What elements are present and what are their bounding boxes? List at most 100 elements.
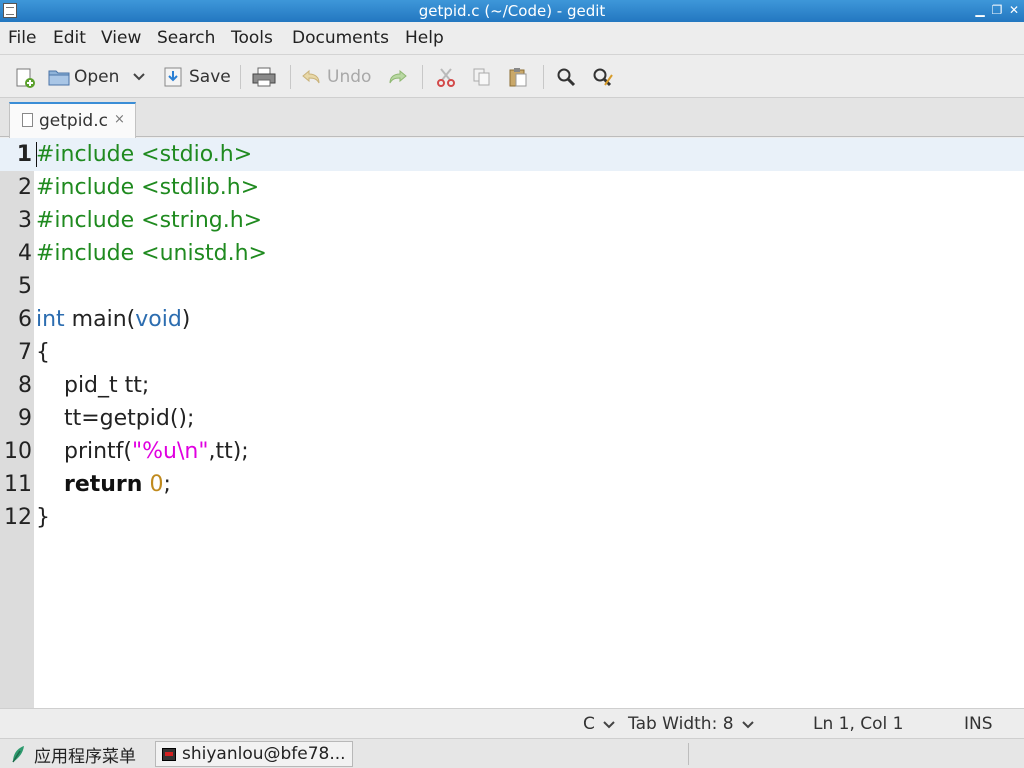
document-icon bbox=[22, 113, 33, 127]
code-text: return 0; bbox=[63, 472, 171, 497]
code-line[interactable]: 7 { bbox=[0, 336, 1024, 369]
code-text: } bbox=[36, 505, 50, 530]
undo-icon bbox=[301, 67, 321, 87]
undo-button[interactable]: Undo bbox=[301, 64, 371, 90]
cut-button[interactable] bbox=[436, 64, 456, 90]
code-text: tt=getpid(); bbox=[36, 406, 195, 431]
code-line[interactable]: 12 } bbox=[0, 501, 1024, 534]
code-line[interactable]: 6 int main(void) bbox=[0, 303, 1024, 336]
code-line[interactable]: 5 bbox=[0, 270, 1024, 303]
applications-menu-button[interactable]: 应用程序菜单 bbox=[10, 743, 136, 767]
close-tab-icon[interactable]: × bbox=[114, 112, 125, 127]
cursor-position: Ln 1, Col 1 bbox=[813, 714, 904, 734]
find-replace-icon bbox=[592, 67, 613, 87]
code-text: #include <stdlib.h> bbox=[36, 175, 260, 200]
print-button[interactable] bbox=[252, 64, 276, 90]
minimize-icon[interactable]: ▁ bbox=[973, 3, 987, 17]
code-text: #include <unistd.h> bbox=[36, 241, 267, 266]
code-text: pid_t tt; bbox=[36, 373, 150, 398]
scissors-icon bbox=[436, 67, 456, 87]
toolbar: Open Save Undo bbox=[0, 54, 1024, 98]
menu-file[interactable]: File bbox=[8, 28, 36, 48]
taskbar-divider bbox=[688, 743, 689, 765]
redo-icon bbox=[388, 67, 408, 87]
menu-tools[interactable]: Tools bbox=[231, 28, 273, 48]
line-number: 11 bbox=[4, 472, 32, 497]
chevron-down-icon[interactable] bbox=[133, 70, 146, 85]
tab-label: getpid.c bbox=[39, 111, 108, 131]
line-number: 5 bbox=[18, 274, 32, 299]
status-bar: C Tab Width: 8 Ln 1, Col 1 INS bbox=[0, 708, 1024, 738]
line-number: 4 bbox=[18, 241, 32, 266]
find-button[interactable] bbox=[556, 64, 576, 90]
undo-label: Undo bbox=[327, 67, 372, 87]
language-selector[interactable]: C bbox=[583, 714, 615, 734]
line-number: 6 bbox=[18, 307, 32, 332]
menu-help[interactable]: Help bbox=[405, 28, 444, 48]
line-number: 12 bbox=[4, 505, 32, 530]
terminal-window-label: shiyanlou@bfe78... bbox=[182, 744, 346, 764]
find-replace-button[interactable] bbox=[592, 64, 613, 90]
line-number: 2 bbox=[18, 175, 32, 200]
code-text: #include <stdio.h> bbox=[36, 142, 253, 167]
code-text: #include <string.h> bbox=[36, 208, 263, 233]
code-line[interactable]: 8 pid_t tt; bbox=[0, 369, 1024, 402]
toolbar-separator bbox=[240, 65, 241, 89]
tab-width-selector[interactable]: Tab Width: 8 bbox=[628, 714, 754, 734]
code-text: int main(void) bbox=[36, 307, 191, 332]
line-number: 7 bbox=[18, 340, 32, 365]
code-line[interactable]: 1 #include <stdio.h> bbox=[0, 138, 1024, 171]
clipboard-icon bbox=[508, 67, 528, 87]
window-title: getpid.c (~/Code) - gedit bbox=[418, 2, 606, 20]
tab-getpid-c[interactable]: getpid.c × bbox=[9, 102, 136, 138]
code-line[interactable]: 10 printf("%u\n",tt); bbox=[0, 435, 1024, 468]
menu-search[interactable]: Search bbox=[157, 28, 215, 48]
chevron-down-icon bbox=[603, 721, 615, 729]
line-number: 9 bbox=[18, 406, 32, 431]
line-number: 10 bbox=[4, 439, 32, 464]
copy-button[interactable] bbox=[472, 64, 492, 90]
chevron-down-icon bbox=[742, 721, 754, 729]
search-icon bbox=[556, 67, 576, 87]
redo-button[interactable] bbox=[388, 64, 408, 90]
leaf-icon bbox=[12, 746, 24, 763]
save-label: Save bbox=[189, 67, 231, 87]
toolbar-separator bbox=[422, 65, 423, 89]
menu-documents[interactable]: Documents bbox=[292, 28, 389, 48]
taskbar-terminal-window[interactable]: shiyanlou@bfe78... bbox=[155, 741, 353, 767]
line-number: 3 bbox=[18, 208, 32, 233]
code-editor[interactable]: 1 #include <stdio.h> 2 #include <stdlib.… bbox=[0, 138, 1024, 708]
tab-bar: getpid.c × bbox=[0, 98, 1024, 138]
menu-view[interactable]: View bbox=[101, 28, 141, 48]
close-window-icon[interactable]: ✕ bbox=[1007, 3, 1021, 17]
maximize-icon[interactable]: ❐ bbox=[990, 3, 1004, 17]
code-line[interactable]: 9 tt=getpid(); bbox=[0, 402, 1024, 435]
code-text: { bbox=[36, 340, 50, 365]
copy-icon bbox=[472, 67, 492, 87]
save-icon bbox=[163, 67, 183, 87]
applications-menu-label: 应用程序菜单 bbox=[34, 746, 136, 767]
folder-icon bbox=[48, 67, 70, 87]
printer-icon bbox=[252, 67, 276, 87]
code-line[interactable]: 3 #include <string.h> bbox=[0, 204, 1024, 237]
code-line[interactable]: 11 return 0; bbox=[0, 468, 1024, 501]
terminal-icon bbox=[162, 747, 176, 761]
line-number: 8 bbox=[18, 373, 32, 398]
code-line[interactable]: 4 #include <unistd.h> bbox=[0, 237, 1024, 270]
save-button[interactable]: Save bbox=[163, 64, 231, 90]
new-button[interactable] bbox=[14, 64, 35, 90]
open-label: Open bbox=[74, 67, 120, 87]
menu-bar: File Edit View Search Tools Documents He… bbox=[0, 22, 1024, 54]
code-line[interactable]: 2 #include <stdlib.h> bbox=[0, 171, 1024, 204]
title-bar: getpid.c (~/Code) - gedit ▁ ❐ ✕ bbox=[0, 0, 1024, 22]
code-text: printf("%u\n",tt); bbox=[36, 439, 249, 464]
toolbar-separator bbox=[290, 65, 291, 89]
taskbar: 应用程序菜单 shiyanlou@bfe78... bbox=[0, 738, 1024, 768]
open-button[interactable]: Open bbox=[48, 64, 146, 90]
paste-button[interactable] bbox=[508, 64, 528, 90]
language-label: C bbox=[583, 714, 595, 734]
text-cursor bbox=[36, 142, 37, 167]
menu-edit[interactable]: Edit bbox=[53, 28, 86, 48]
new-document-icon bbox=[14, 67, 35, 88]
tab-width-label: Tab Width: 8 bbox=[628, 714, 734, 734]
